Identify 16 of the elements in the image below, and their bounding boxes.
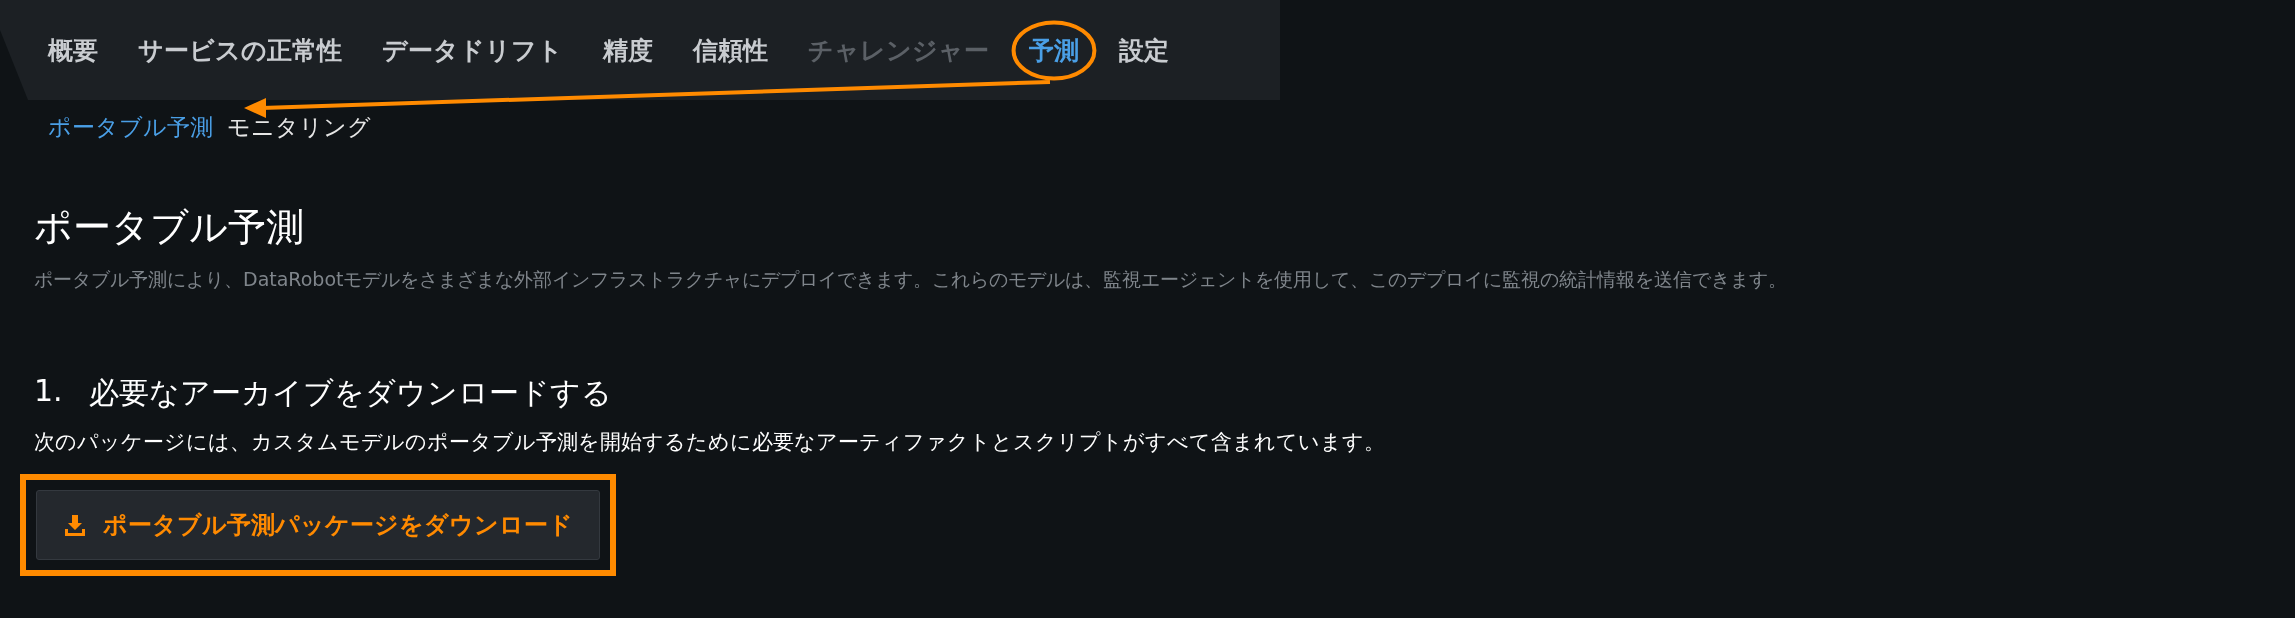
section-title: ポータブル予測 — [34, 204, 305, 251]
tab[interactable]: 予測 — [1011, 19, 1097, 81]
download-button[interactable]: ポータブル予測パッケージをダウンロード — [36, 490, 600, 560]
tab[interactable]: 信頼性 — [675, 19, 786, 81]
sub-tab[interactable]: ポータブル予測 — [48, 112, 213, 184]
step-title: 必要なアーカイブをダウンロードする — [88, 374, 612, 412]
download-icon — [63, 513, 87, 537]
tab[interactable]: 精度 — [585, 19, 671, 81]
section-description: ポータブル予測により、DataRobotモデルをさまざまな外部インフラストラクチャにデプロイできます。これらのモデルは、監視エージェントを使用して、このデプロイに監視の統計情報を送信できます。 — [34, 267, 1789, 292]
sub-tab[interactable]: モニタリング — [227, 112, 371, 184]
tab[interactable]: 概要 — [30, 19, 116, 81]
step-number: 1. — [34, 373, 63, 410]
step-description: 次のパッケージには、カスタムモデルのポータブル予測を開始するために必要なアーティファクトとスクリプトがすべて含まれています。 — [34, 429, 1386, 456]
tab[interactable]: データドリフト — [364, 19, 581, 81]
tab[interactable]: 設定 — [1101, 19, 1187, 81]
tab[interactable]: サービスの正常性 — [120, 19, 360, 81]
